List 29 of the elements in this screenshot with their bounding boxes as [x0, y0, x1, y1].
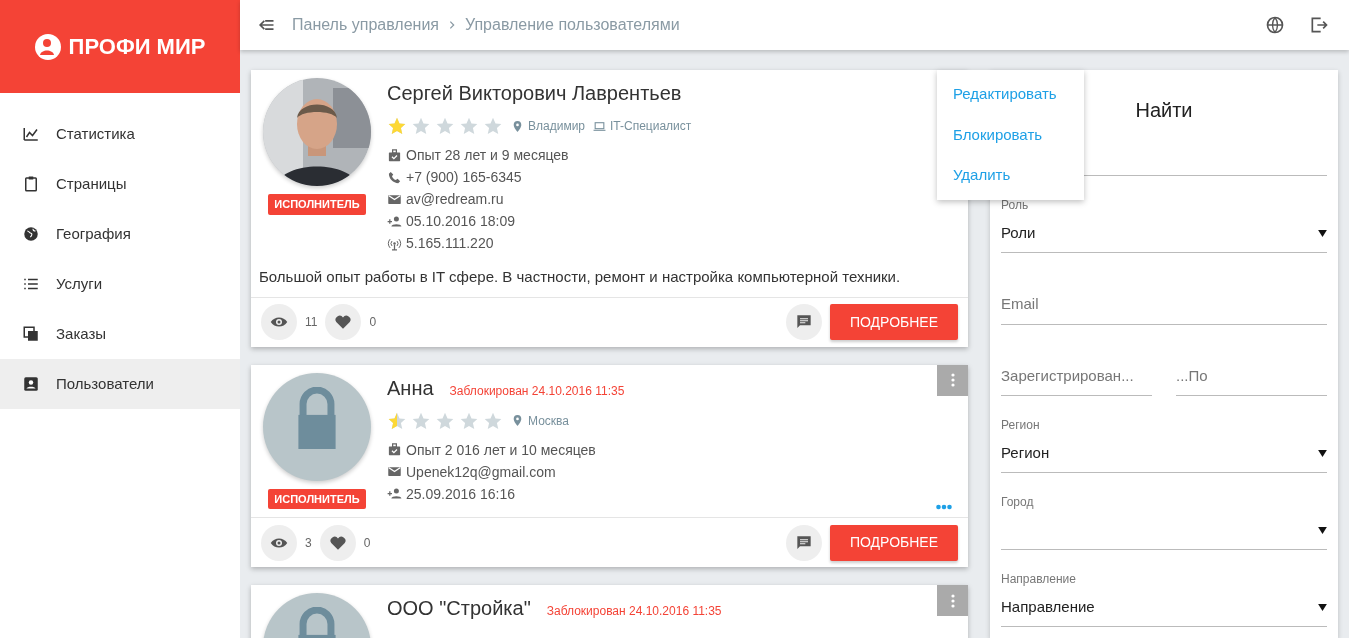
views-count: 11 — [305, 314, 318, 331]
field-label: Регион — [1001, 417, 1041, 434]
user-name: Анна — [387, 375, 434, 401]
field-label: Роль — [1001, 197, 1030, 214]
blocked-status: Заблокирован 24.10.2016 11:35 — [449, 382, 625, 400]
blocked-status: Заблокирован 24.10.2016 11:35 — [546, 603, 722, 620]
profession-label: IT-Специалист — [610, 118, 692, 135]
detail-text: Опыт 2 016 лет и 10 месяцев — [406, 440, 596, 460]
city-label: Владимир — [528, 118, 585, 135]
role-badge: ИСПОЛНИТЕЛЬ — [268, 194, 366, 215]
field-label: Город — [1001, 494, 1035, 511]
detail-text: 5.165.111.220 — [406, 234, 494, 253]
city-label: Москва — [528, 412, 569, 430]
description-text: Большой опыт работы в IT сфере. В частности, ремонт и настройка компьютерной техники. — [258, 267, 902, 287]
likes-count: 0 — [369, 314, 377, 331]
detail-text: av@redream.ru — [406, 190, 504, 209]
brand-name: ПРОФИ МИР — [68, 33, 206, 61]
field-label: Направление — [1001, 571, 1077, 588]
likes-count: 0 — [363, 534, 371, 552]
detail-text: Upenek12q@gmail.com — [406, 462, 556, 482]
filter-title: Найти — [1135, 98, 1193, 122]
views-count: 3 — [305, 534, 312, 552]
user-name: ООО "Стройка" — [387, 596, 531, 621]
user-name: Сергей Викторович Лаврентьев — [387, 81, 682, 106]
detail-text: 25.09.2016 16:16 — [406, 484, 515, 504]
detail-text: Опыт 28 лет и 9 месяцев — [406, 146, 569, 165]
detail-text: 05.10.2016 18:09 — [406, 212, 515, 231]
detail-text: +7 (900) 165-6345 — [406, 168, 522, 187]
role-badge: ИСПОЛНИТЕЛЬ — [268, 488, 366, 509]
